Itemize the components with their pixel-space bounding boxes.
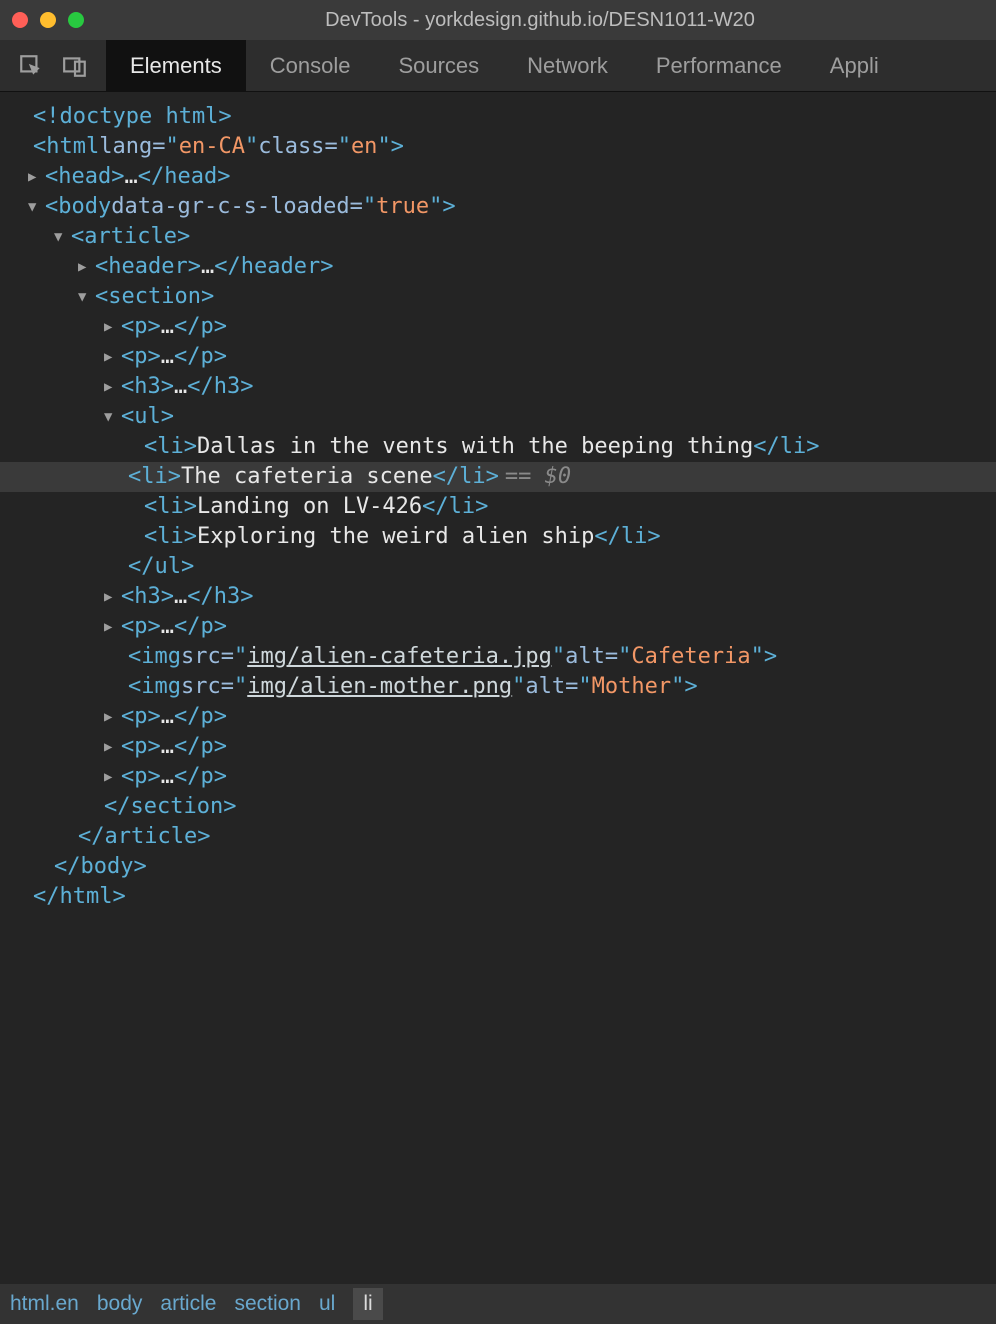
tab-sources[interactable]: Sources (374, 40, 503, 91)
dom-node-h3[interactable]: <h3>…</h3> (16, 582, 996, 612)
dom-node-body-close[interactable]: </body> (16, 852, 996, 882)
dom-node-article-open[interactable]: <article> (16, 222, 996, 252)
traffic-lights (12, 12, 84, 28)
dom-breadcrumbs: html.en body article section ul li (0, 1284, 996, 1324)
tab-elements[interactable]: Elements (106, 40, 246, 91)
expand-triangle-icon[interactable] (104, 612, 119, 642)
dom-node-p[interactable]: <p>…</p> (16, 342, 996, 372)
dom-node-p[interactable]: <p>…</p> (16, 732, 996, 762)
expand-triangle-icon[interactable] (104, 342, 119, 372)
dom-node-doctype[interactable]: <!doctype html> (16, 102, 996, 132)
dom-node-head[interactable]: <head>…</head> (16, 162, 996, 192)
dom-node-html-close[interactable]: </html> (16, 882, 996, 912)
dom-node-p[interactable]: <p>…</p> (16, 762, 996, 792)
expand-triangle-icon[interactable] (104, 762, 119, 792)
dom-node-img[interactable]: <img src="img/alien-cafeteria.jpg" alt="… (16, 642, 996, 672)
collapse-triangle-icon[interactable] (28, 192, 43, 222)
dom-node-li[interactable]: <li>Landing on LV-426</li> (16, 492, 996, 522)
dom-node-li[interactable]: <li>Dallas in the vents with the beeping… (16, 432, 996, 462)
collapse-triangle-icon[interactable] (104, 402, 119, 432)
devtools-tabbar: Elements Console Sources Network Perform… (0, 40, 996, 92)
dom-tree-panel[interactable]: <!doctype html> <html lang="en-CA" class… (0, 92, 996, 918)
breadcrumb-item[interactable]: section (234, 1292, 301, 1316)
tab-application[interactable]: Appli (806, 40, 903, 91)
dom-node-body-open[interactable]: <body data-gr-c-s-loaded="true"> (16, 192, 996, 222)
expand-triangle-icon[interactable] (104, 312, 119, 342)
expand-triangle-icon[interactable] (104, 732, 119, 762)
dom-node-section-close[interactable]: </section> (16, 792, 996, 822)
breadcrumb-item[interactable]: article (160, 1292, 216, 1316)
dom-node-li-selected[interactable]: … <li>The cafeteria scene</li>== $0 (0, 462, 996, 492)
expand-triangle-icon[interactable] (104, 582, 119, 612)
dom-node-h3[interactable]: <h3>…</h3> (16, 372, 996, 402)
breadcrumb-item[interactable]: html.en (10, 1292, 79, 1316)
minimize-window-button[interactable] (40, 12, 56, 28)
device-toolbar-icon[interactable] (62, 53, 88, 79)
expand-triangle-icon[interactable] (104, 702, 119, 732)
inspect-element-icon[interactable] (18, 53, 44, 79)
breadcrumb-item-active[interactable]: li (353, 1288, 382, 1320)
dom-node-p[interactable]: <p>…</p> (16, 702, 996, 732)
collapse-triangle-icon[interactable] (54, 222, 69, 252)
dom-node-p[interactable]: <p>…</p> (16, 612, 996, 642)
dom-node-ul-open[interactable]: <ul> (16, 402, 996, 432)
expand-triangle-icon[interactable] (78, 252, 93, 282)
dom-node-li[interactable]: <li>Exploring the weird alien ship</li> (16, 522, 996, 552)
expand-triangle-icon[interactable] (104, 372, 119, 402)
tab-performance[interactable]: Performance (632, 40, 806, 91)
dom-node-article-close[interactable]: </article> (16, 822, 996, 852)
breadcrumb-item[interactable]: body (97, 1292, 143, 1316)
expand-triangle-icon[interactable] (28, 162, 43, 192)
collapse-triangle-icon[interactable] (78, 282, 93, 312)
dom-node-section-open[interactable]: <section> (16, 282, 996, 312)
dom-node-img[interactable]: <img src="img/alien-mother.png" alt="Mot… (16, 672, 996, 702)
close-window-button[interactable] (12, 12, 28, 28)
dom-node-header[interactable]: <header>…</header> (16, 252, 996, 282)
maximize-window-button[interactable] (68, 12, 84, 28)
dom-node-ul-close[interactable]: </ul> (16, 552, 996, 582)
window-titlebar: DevTools - yorkdesign.github.io/DESN1011… (0, 0, 996, 40)
tab-console[interactable]: Console (246, 40, 375, 91)
breadcrumb-item[interactable]: ul (319, 1292, 335, 1316)
tab-network[interactable]: Network (503, 40, 632, 91)
window-title: DevTools - yorkdesign.github.io/DESN1011… (96, 9, 984, 32)
dom-node-html-open[interactable]: <html lang="en-CA" class="en"> (16, 132, 996, 162)
dom-node-p[interactable]: <p>…</p> (16, 312, 996, 342)
